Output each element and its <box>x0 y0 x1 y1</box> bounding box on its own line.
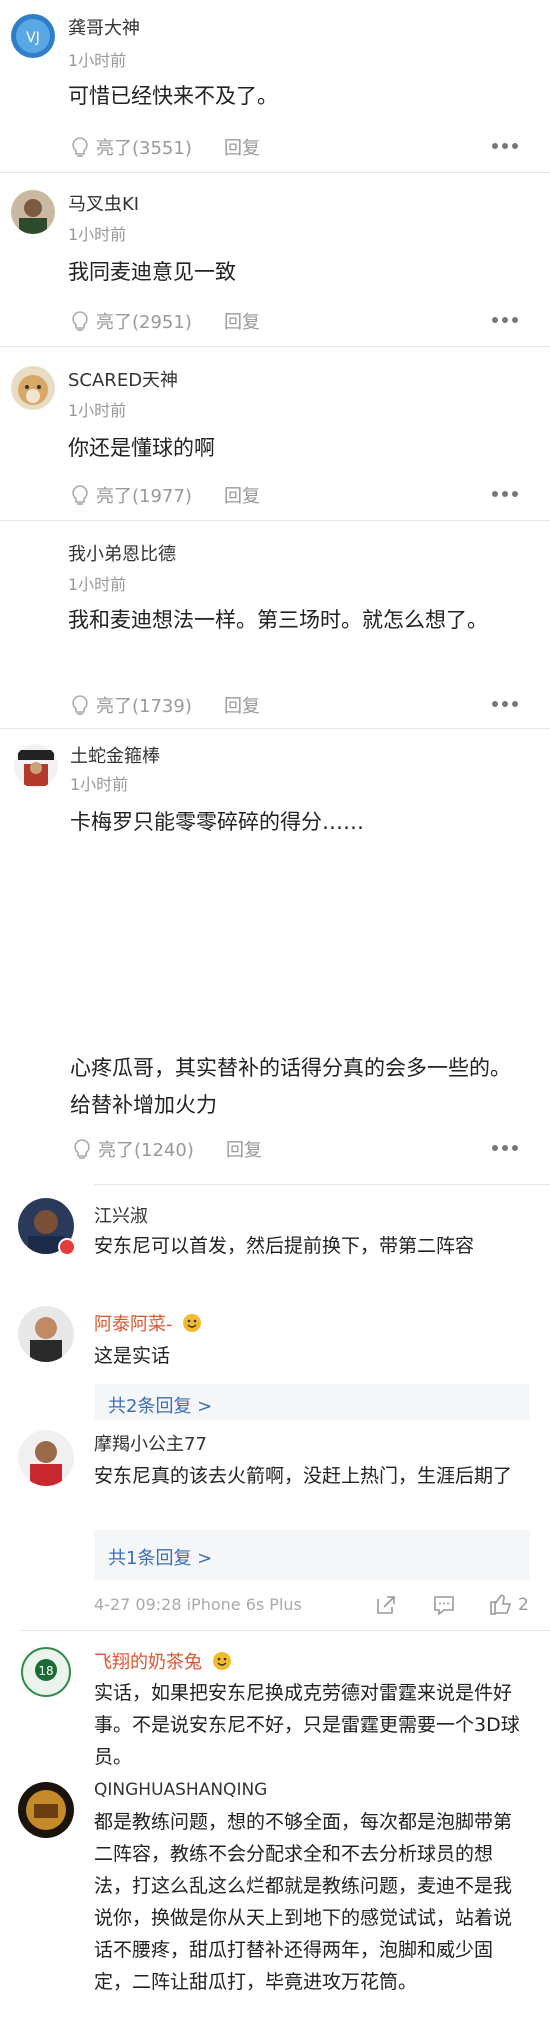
like-count: 亮了(1977) <box>96 486 192 507</box>
svg-text:18: 18 <box>38 1664 53 1678</box>
like-button[interactable]: 亮了(2951) <box>68 308 192 334</box>
like-count: 亮了(1739) <box>96 696 192 717</box>
reply-username-text: 阿泰阿菜- <box>94 1314 173 1335</box>
comment-text: 我和麦迪想法一样。第三场时。就怎么想了。 <box>68 608 488 632</box>
comment-username[interactable]: 龚哥大神 <box>68 14 140 40</box>
comment-time: 1小时前 <box>70 775 129 794</box>
avatar[interactable] <box>14 744 58 788</box>
reply-button[interactable]: 回复 <box>224 134 260 160</box>
avatar[interactable] <box>18 1306 74 1362</box>
divider <box>94 1184 550 1185</box>
divider <box>0 728 550 729</box>
svg-text:VJ: VJ <box>26 30 40 46</box>
more-dots-icon[interactable] <box>492 143 518 149</box>
reply-username[interactable]: 摩羯小公主77 <box>94 1430 207 1456</box>
comment-text-continued: 心疼瓜哥，其实替补的话得分真的会多一些的。给替补增加火力 <box>70 1056 511 1117</box>
comment-time: 1小时前 <box>68 51 127 70</box>
reply-button[interactable]: 回复 <box>224 482 260 508</box>
like-button[interactable]: 亮了(3551) <box>68 134 192 160</box>
reply-username-text: 飞翔的奶茶兔 <box>94 1652 202 1673</box>
vip-badge-icon <box>58 1238 76 1256</box>
like-icon <box>72 485 88 505</box>
avatar[interactable] <box>11 366 55 410</box>
like-button[interactable]: 亮了(1240) <box>70 1136 194 1162</box>
comment-text: 卡梅罗只能零零碎碎的得分…… <box>70 810 364 834</box>
avatar[interactable]: VJ <box>11 14 55 58</box>
like-count: 亮了(2951) <box>96 312 192 333</box>
reply-text: 安东尼可以首发，然后提前换下，带第二阵容 <box>94 1235 475 1257</box>
divider <box>0 172 550 173</box>
comment-text: 你还是懂球的啊 <box>68 436 215 460</box>
more-dots-icon[interactable] <box>492 491 518 497</box>
reply-text: 都是教练问题，想的不够全面，每次都是泡脚带第二阵容，教练不会分配求全和不去分析球… <box>94 1811 513 1993</box>
more-dots-icon[interactable] <box>492 317 518 323</box>
more-dots-icon[interactable] <box>492 1145 518 1151</box>
like-icon <box>72 137 88 157</box>
more-dots-icon[interactable] <box>492 701 518 707</box>
avatar[interactable]: 18 <box>18 1644 74 1700</box>
comment-text: 可惜已经快来不及了。 <box>68 84 278 108</box>
comment-time: 1小时前 <box>68 575 127 594</box>
avatar[interactable] <box>18 1430 74 1486</box>
divider <box>0 346 550 347</box>
more-replies-link[interactable]: 共2条回复 > <box>108 1392 212 1418</box>
comment-username[interactable]: SCARED天神 <box>68 366 178 392</box>
comment-icon[interactable] <box>432 1593 456 1617</box>
avatar[interactable] <box>18 1782 74 1838</box>
reply-text: 安东尼真的该去火箭啊，没赶上热门，生涯后期了 <box>94 1465 513 1487</box>
reply-username[interactable]: QINGHUASHANQING <box>94 1780 267 1800</box>
emoji-badge-icon <box>183 1314 202 1332</box>
like-count: 2 <box>518 1595 529 1615</box>
share-icon[interactable] <box>374 1593 398 1617</box>
like-button[interactable]: 亮了(1977) <box>68 482 192 508</box>
like-icon <box>72 311 88 331</box>
like-button[interactable]: 亮了(1739) <box>68 692 192 718</box>
avatar[interactable] <box>11 190 55 234</box>
like-icon <box>74 1139 90 1159</box>
comment-time: 1小时前 <box>68 225 127 244</box>
like-count: 亮了(1240) <box>98 1140 194 1161</box>
reply-meta: 4-27 09:28 iPhone 6s Plus <box>94 1595 302 1614</box>
reply-username[interactable]: 江兴淑 <box>94 1202 148 1228</box>
comment-username[interactable]: 马叉虫KI <box>68 190 139 216</box>
comment-time: 1小时前 <box>68 401 127 420</box>
comment-username[interactable]: 我小弟恩比德 <box>68 540 176 566</box>
reply-text: 这是实话 <box>94 1345 171 1367</box>
comment-username[interactable]: 土蛇金箍棒 <box>70 742 160 768</box>
divider <box>0 520 550 521</box>
reply-button[interactable]: 回复 <box>224 692 260 718</box>
reply-button[interactable]: 回复 <box>224 308 260 334</box>
thumb-up-icon[interactable] <box>488 1591 514 1617</box>
emoji-badge-icon <box>212 1652 231 1670</box>
divider <box>20 1630 550 1631</box>
more-replies-link[interactable]: 共1条回复 > <box>108 1544 212 1570</box>
comment-text: 我同麦迪意见一致 <box>68 260 236 284</box>
reply-username[interactable]: 阿泰阿菜- <box>94 1310 202 1336</box>
reply-text: 实话，如果把安东尼换成克劳德对雷霆来说是件好事。不是说安东尼不好，只是雷霆更需要… <box>94 1682 520 1768</box>
like-icon <box>72 695 88 715</box>
reply-button[interactable]: 回复 <box>226 1136 262 1162</box>
like-count: 亮了(3551) <box>96 138 192 159</box>
reply-username[interactable]: 飞翔的奶茶兔 <box>94 1648 232 1674</box>
